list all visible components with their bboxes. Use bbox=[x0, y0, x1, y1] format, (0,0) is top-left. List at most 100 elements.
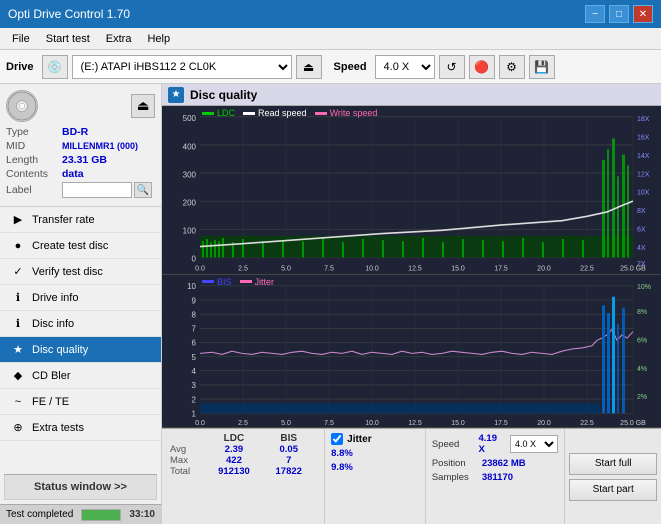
bis-col-header: BIS bbox=[261, 433, 316, 444]
maximize-button[interactable]: □ bbox=[609, 5, 629, 23]
svg-text:7: 7 bbox=[192, 323, 197, 333]
menu-file[interactable]: File bbox=[4, 31, 38, 47]
drive-select[interactable]: (E:) ATAPI iHBS112 2 CL0K bbox=[72, 55, 292, 79]
svg-text:4: 4 bbox=[192, 365, 197, 375]
sidebar-item-extra-tests[interactable]: ⊕ Extra tests bbox=[0, 415, 161, 441]
save-button[interactable]: 💾 bbox=[529, 55, 555, 79]
svg-text:12.5: 12.5 bbox=[408, 418, 422, 427]
svg-text:10.0: 10.0 bbox=[365, 418, 379, 427]
svg-text:10.0: 10.0 bbox=[365, 263, 379, 272]
svg-text:100: 100 bbox=[183, 225, 197, 235]
sidebar-nav: ▶ Transfer rate ● Create test disc ✓ Ver… bbox=[0, 207, 161, 470]
svg-text:10X: 10X bbox=[637, 187, 650, 196]
sidebar-item-create-test-disc[interactable]: ● Create test disc bbox=[0, 233, 161, 259]
svg-text:2%: 2% bbox=[637, 391, 648, 400]
disc-info-label: Disc info bbox=[32, 318, 74, 330]
svg-text:20.0: 20.0 bbox=[537, 263, 551, 272]
max-bis: 7 bbox=[261, 455, 316, 466]
svg-text:22.5: 22.5 bbox=[580, 263, 594, 272]
status-window-button[interactable]: Status window >> bbox=[4, 474, 157, 500]
svg-text:15.0: 15.0 bbox=[451, 263, 465, 272]
close-button[interactable]: ✕ bbox=[633, 5, 653, 23]
bis-legend: BIS bbox=[217, 277, 232, 287]
drive-icon: 💿 bbox=[42, 55, 68, 79]
svg-text:20.0: 20.0 bbox=[537, 418, 551, 427]
write-speed-legend: Write speed bbox=[330, 108, 378, 118]
drive-info-icon: ℹ bbox=[10, 290, 26, 306]
svg-text:14X: 14X bbox=[637, 151, 650, 160]
cd-bler-icon: ◆ bbox=[10, 368, 26, 384]
svg-text:15.0: 15.0 bbox=[451, 418, 465, 427]
mid-label: MID bbox=[6, 140, 62, 152]
settings-button[interactable]: ⚙ bbox=[499, 55, 525, 79]
burn-button[interactable]: 🔴 bbox=[469, 55, 495, 79]
charts-container: LDC Read speed Write speed bbox=[162, 106, 661, 428]
max-label: Max bbox=[170, 455, 207, 466]
action-buttons-section: Start full Start part bbox=[565, 429, 661, 524]
dq-icon: ★ bbox=[168, 87, 184, 103]
dq-title: Disc quality bbox=[190, 88, 257, 102]
menu-start-test[interactable]: Start test bbox=[38, 31, 98, 47]
svg-text:12.5: 12.5 bbox=[408, 263, 422, 272]
ldc-legend: LDC bbox=[217, 108, 235, 118]
length-value: 23.31 GB bbox=[62, 154, 107, 166]
samples-label: Samples bbox=[432, 472, 478, 483]
speed-stat-select[interactable]: 4.0 X bbox=[510, 435, 558, 453]
svg-text:2.5: 2.5 bbox=[238, 418, 248, 427]
svg-text:0.0: 0.0 bbox=[195, 418, 205, 427]
start-part-button[interactable]: Start part bbox=[569, 479, 657, 501]
length-label: Length bbox=[6, 154, 62, 166]
svg-text:300: 300 bbox=[183, 169, 197, 179]
minimize-button[interactable]: − bbox=[585, 5, 605, 23]
eject-button[interactable]: ⏏ bbox=[296, 55, 322, 79]
svg-text:5.0: 5.0 bbox=[281, 263, 291, 272]
speed-label: Speed bbox=[334, 61, 367, 73]
position-value: 23862 MB bbox=[482, 458, 526, 469]
bis-chart: BIS Jitter bbox=[162, 275, 661, 428]
svg-text:16X: 16X bbox=[637, 132, 650, 141]
sidebar-item-disc-quality[interactable]: ★ Disc quality bbox=[0, 337, 161, 363]
sidebar-item-fe-te[interactable]: ~ FE / TE bbox=[0, 389, 161, 415]
ldc-chart: LDC Read speed Write speed bbox=[162, 106, 661, 275]
sidebar: ⏏ Type BD-R MID MILLENMR1 (000) Length 2… bbox=[0, 84, 162, 524]
menu-help[interactable]: Help bbox=[139, 31, 178, 47]
menu-extra[interactable]: Extra bbox=[98, 31, 140, 47]
svg-text:5: 5 bbox=[192, 351, 197, 361]
drive-info-label: Drive info bbox=[32, 292, 78, 304]
avg-ldc: 2.39 bbox=[207, 444, 262, 455]
create-test-label: Create test disc bbox=[32, 240, 108, 252]
sidebar-item-disc-info[interactable]: ℹ Disc info bbox=[0, 311, 161, 337]
speed-position-section: Speed 4.19 X 4.0 X Position 23862 MB Sam… bbox=[426, 429, 566, 524]
jitter-label: Jitter bbox=[347, 434, 371, 445]
svg-text:200: 200 bbox=[183, 197, 197, 207]
bis-chart-svg: 10 9 8 7 6 5 4 3 2 1 10% 8% 6% 4% 2% bbox=[162, 275, 661, 427]
svg-text:6: 6 bbox=[192, 337, 197, 347]
disc-eject-button[interactable]: ⏏ bbox=[131, 94, 155, 118]
svg-text:25.0 GB: 25.0 GB bbox=[620, 263, 646, 272]
label-search-button[interactable]: 🔍 bbox=[134, 182, 152, 198]
start-full-button[interactable]: Start full bbox=[569, 453, 657, 475]
speed-stat-value: 4.19 X bbox=[478, 433, 503, 455]
svg-text:4%: 4% bbox=[637, 363, 648, 372]
create-test-icon: ● bbox=[10, 238, 26, 254]
ldc-chart-svg: 500 400 300 200 100 0 18X 16X 14X 12X 10… bbox=[162, 106, 661, 274]
speed-select[interactable]: 4.0 X bbox=[375, 55, 435, 79]
label-input[interactable] bbox=[62, 182, 132, 198]
sidebar-item-cd-bler[interactable]: ◆ CD Bler bbox=[0, 363, 161, 389]
app-title: Opti Drive Control 1.70 bbox=[8, 7, 130, 21]
svg-text:25.0 GB: 25.0 GB bbox=[620, 418, 646, 427]
svg-text:8%: 8% bbox=[637, 307, 648, 316]
samples-value: 381170 bbox=[482, 472, 513, 483]
chart1-legend: LDC Read speed Write speed bbox=[202, 108, 377, 118]
toolbar: Drive 💿 (E:) ATAPI iHBS112 2 CL0K ⏏ Spee… bbox=[0, 50, 661, 84]
fe-te-icon: ~ bbox=[10, 394, 26, 410]
jitter-checkbox[interactable] bbox=[331, 433, 343, 445]
sidebar-item-verify-test-disc[interactable]: ✓ Verify test disc bbox=[0, 259, 161, 285]
sidebar-item-drive-info[interactable]: ℹ Drive info bbox=[0, 285, 161, 311]
refresh-button[interactable]: ↺ bbox=[439, 55, 465, 79]
progress-bar-container bbox=[81, 509, 121, 521]
main-layout: ⏏ Type BD-R MID MILLENMR1 (000) Length 2… bbox=[0, 84, 661, 524]
sidebar-item-transfer-rate[interactable]: ▶ Transfer rate bbox=[0, 207, 161, 233]
stats-panel: LDC BIS Avg 2.39 0.05 Max 422 7 bbox=[162, 428, 661, 524]
speed-stat-label: Speed bbox=[432, 439, 475, 450]
